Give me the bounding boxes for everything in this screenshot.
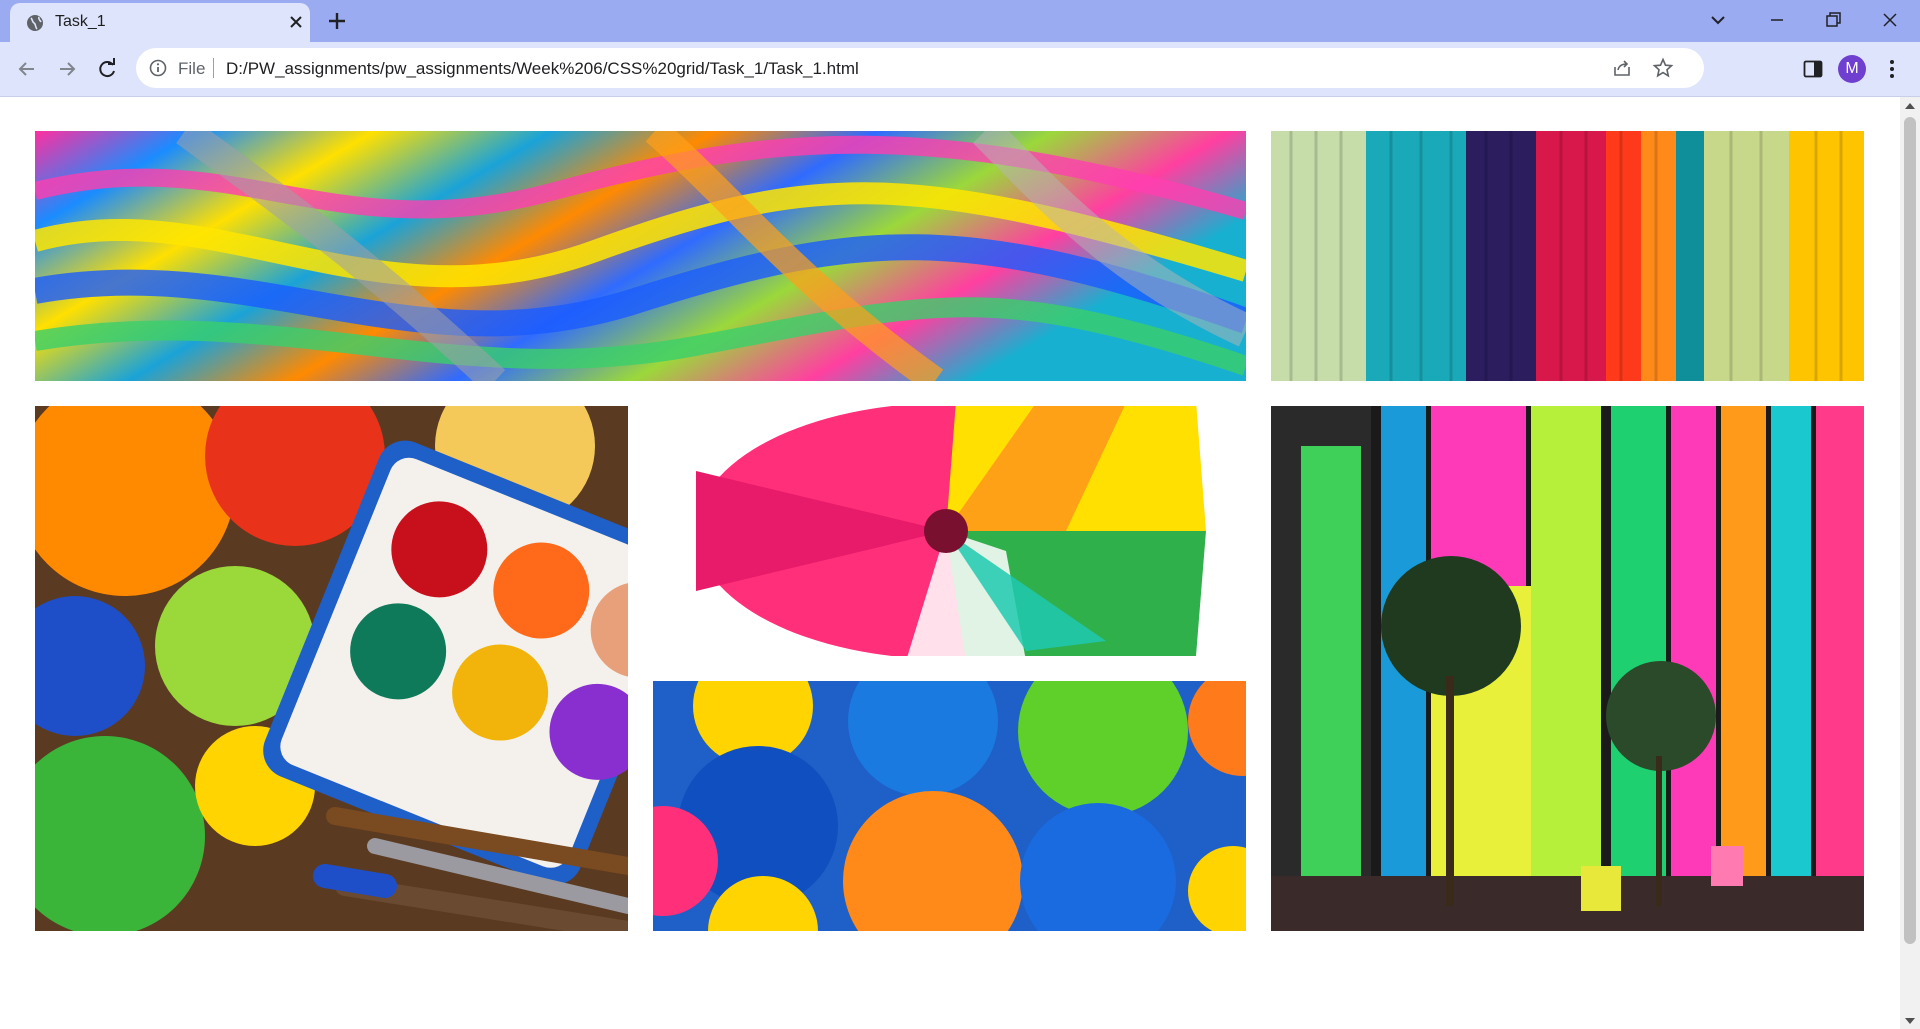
paint-palette-image — [35, 406, 628, 931]
back-icon[interactable] — [14, 56, 40, 82]
tab-search-icon[interactable] — [1706, 8, 1730, 32]
scrollbar-thumb[interactable] — [1904, 117, 1916, 944]
reload-icon[interactable] — [94, 56, 120, 82]
close-tab-icon[interactable] — [286, 12, 306, 32]
url-text[interactable]: D:/PW_assignments/pw_assignments/Week%20… — [226, 59, 859, 79]
site-label: File — [178, 59, 206, 78]
rainbow-flower-image — [653, 406, 1246, 656]
scroll-up-arrow-icon[interactable] — [1905, 103, 1915, 109]
new-tab-icon[interactable] — [326, 10, 348, 32]
restore-icon[interactable] — [1821, 8, 1845, 32]
striped-wall-image — [1271, 131, 1864, 381]
minimize-icon[interactable] — [1765, 8, 1789, 32]
active-tab[interactable]: Task_1 — [10, 3, 310, 42]
close-window-icon[interactable] — [1878, 8, 1902, 32]
share-icon[interactable] — [1611, 57, 1633, 79]
scroll-down-arrow-icon[interactable] — [1905, 1018, 1915, 1024]
marbled-paint-image — [35, 131, 1246, 381]
more-menu-icon[interactable] — [1880, 57, 1904, 81]
info-icon[interactable] — [148, 58, 168, 78]
umbrellas-image — [653, 681, 1246, 931]
forward-icon[interactable] — [54, 56, 80, 82]
colored-glass-building-image — [1271, 406, 1864, 931]
globe-icon — [27, 15, 43, 31]
side-panel-icon[interactable] — [1801, 57, 1825, 81]
browser-toolbar: File D:/PW_assignments/pw_assignments/We… — [0, 42, 1920, 96]
profile-avatar[interactable]: M — [1838, 55, 1866, 83]
omnibox-divider — [213, 58, 214, 78]
address-bar[interactable]: File D:/PW_assignments/pw_assignments/We… — [136, 48, 1704, 88]
tab-title: Task_1 — [55, 13, 106, 30]
bookmark-star-icon[interactable] — [1652, 57, 1674, 79]
tab-strip: Task_1 — [0, 0, 1920, 42]
